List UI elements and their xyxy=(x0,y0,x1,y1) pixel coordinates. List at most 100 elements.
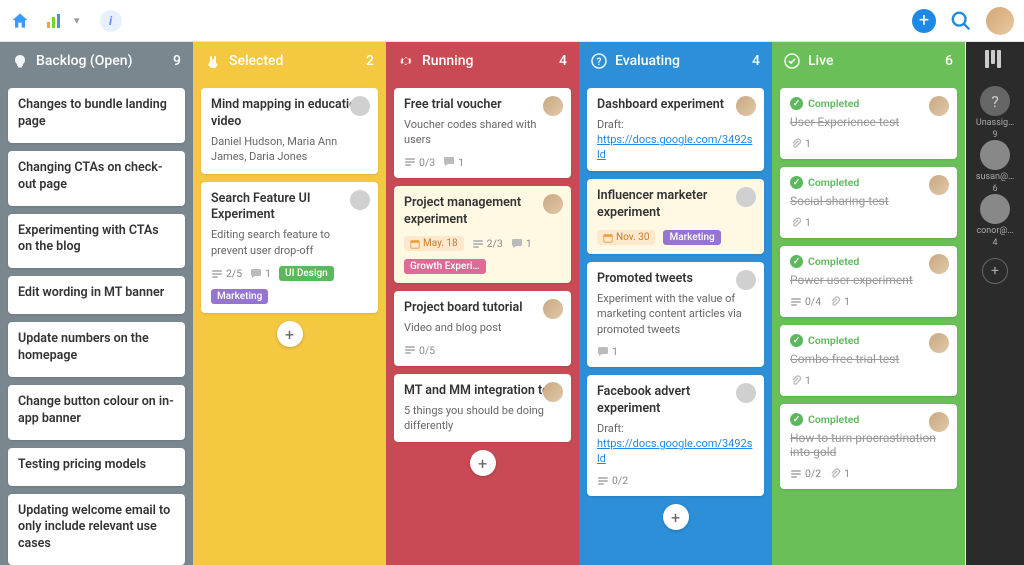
home-icon[interactable] xyxy=(10,11,30,31)
comments-count: 1 xyxy=(250,267,271,280)
assignee-avatar[interactable] xyxy=(929,254,949,274)
add-card-button[interactable]: + xyxy=(277,321,303,347)
assignee-avatar[interactable] xyxy=(543,382,563,402)
hand-icon xyxy=(205,53,221,69)
filter-user[interactable]: susan@…6 xyxy=(976,140,1014,194)
assignee-avatar[interactable] xyxy=(736,383,756,403)
card[interactable]: Changing CTAs on check-out page xyxy=(8,151,185,206)
assignee-avatar[interactable] xyxy=(929,412,949,432)
card[interactable]: ✓CompletedSocial sharing test1 xyxy=(780,167,957,238)
filter-user[interactable]: conor@…4 xyxy=(976,194,1014,248)
card[interactable]: Project board tutorialVideo and blog pos… xyxy=(394,291,571,365)
column-title: Backlog (Open) xyxy=(36,53,132,69)
assignee-avatar[interactable] xyxy=(929,175,949,195)
column-header[interactable]: Backlog (Open) 9 xyxy=(0,42,193,80)
filter-label: conor@… xyxy=(976,226,1013,236)
card[interactable]: Mind mapping in education videoDaniel Hu… xyxy=(201,88,378,174)
user-avatar[interactable] xyxy=(986,7,1014,35)
card-title: Combo free trial test xyxy=(790,352,947,366)
card[interactable]: ✓CompletedPower user experiment0/41 xyxy=(780,246,957,317)
column-header[interactable]: ?Evaluating4 xyxy=(579,42,772,80)
add-card-button[interactable]: + xyxy=(470,450,496,476)
card-title: Search Feature UI Experiment xyxy=(211,191,368,225)
chart-icon xyxy=(46,13,62,29)
assignee-avatar[interactable] xyxy=(543,194,563,214)
tag-badge: Growth Experi… xyxy=(404,259,486,274)
card[interactable]: Changes to bundle landing page xyxy=(8,88,185,143)
card-link[interactable]: https://docs.google.com/3492sld xyxy=(597,133,752,161)
assignee-avatar[interactable] xyxy=(929,96,949,116)
card-title: Promoted tweets xyxy=(597,271,754,288)
column-title: Live xyxy=(808,53,833,69)
add-button[interactable]: + xyxy=(912,9,936,33)
assignee-avatar[interactable] xyxy=(736,270,756,290)
subtasks-count: 2/5 xyxy=(211,267,242,280)
card[interactable]: Free trial voucherVoucher codes shared w… xyxy=(394,88,571,178)
check-icon: ✓ xyxy=(790,413,803,426)
column-selected: Selected2 Mind mapping in education video… xyxy=(193,42,386,565)
card[interactable]: ✓CompletedHow to turn procrastination in… xyxy=(780,404,957,489)
assignee-avatar[interactable] xyxy=(350,96,370,116)
card-link[interactable]: https://docs.google.com/3492sld xyxy=(597,437,752,465)
card-title: User Experience test xyxy=(790,115,947,129)
card[interactable]: Promoted tweets Experiment with the value… xyxy=(587,262,764,367)
card-title: Facebook advert experiment xyxy=(597,384,754,418)
card[interactable]: ✓CompletedCombo free trial test1 xyxy=(780,325,957,396)
column-count: 9 xyxy=(173,53,181,69)
card[interactable]: Experimenting with CTAs on the blog xyxy=(8,214,185,269)
completed-tag: ✓Completed xyxy=(790,334,947,347)
filter-avatar xyxy=(980,194,1010,224)
subtasks-count: 0/4 xyxy=(790,295,821,308)
card[interactable]: ✓Completed User Experience test 1 xyxy=(780,88,957,159)
assignee-avatar[interactable] xyxy=(350,190,370,210)
search-icon[interactable] xyxy=(950,10,972,32)
column-body: Changes to bundle landing page Changing C… xyxy=(0,80,193,565)
card-draft-label: Draft: xyxy=(597,421,754,436)
comments-count: 1 xyxy=(443,156,464,169)
column-running: Running4 Free trial voucherVoucher codes … xyxy=(386,42,579,565)
card[interactable]: Dashboard experimentDraft:https://docs.g… xyxy=(587,88,764,171)
filter-label: Unassig… xyxy=(976,118,1014,128)
add-filter-button[interactable]: + xyxy=(982,258,1008,284)
subtasks-count: 0/5 xyxy=(404,344,435,357)
card[interactable]: Testing pricing models xyxy=(8,448,185,486)
card[interactable]: Search Feature UI ExperimentEditing sear… xyxy=(201,182,378,314)
column-body: ✓CompletedUser Experience test1✓Complete… xyxy=(772,80,965,565)
assignee-avatar[interactable] xyxy=(736,96,756,116)
card[interactable]: Facebook advert experiment Draft:https://… xyxy=(587,375,764,496)
column-evaluating: ?Evaluating4 Dashboard experimentDraft:ht… xyxy=(579,42,772,565)
board-selector[interactable]: ▾ xyxy=(38,9,88,33)
add-card-button[interactable]: + xyxy=(663,504,689,530)
card-title: Updating welcome email to only include r… xyxy=(18,503,175,554)
board-view-icon[interactable] xyxy=(985,50,1005,70)
card[interactable]: Updating welcome email to only include r… xyxy=(8,494,185,565)
card[interactable]: Update numbers on the homepage xyxy=(8,322,185,377)
question-icon: ? xyxy=(591,53,607,69)
card-meta: 0/2 xyxy=(597,474,754,487)
column-header[interactable]: Selected2 xyxy=(193,42,386,80)
info-icon[interactable]: i xyxy=(100,10,122,32)
card-meta: 1 xyxy=(790,137,947,150)
card[interactable]: Influencer marketer experiment Nov. 30Ma… xyxy=(587,179,764,254)
card-description: Video and blog post xyxy=(404,320,561,335)
tag-badge: UI Design xyxy=(279,266,334,281)
card-meta: 1 xyxy=(790,216,947,229)
card[interactable]: MT and MM integration test5 things you s… xyxy=(394,374,571,443)
card-meta: 1 xyxy=(597,345,754,358)
assignee-avatar[interactable] xyxy=(543,96,563,116)
card[interactable]: Change button colour on in-app banner xyxy=(8,385,185,440)
card-meta: May. 182/31Growth Experi… xyxy=(404,236,561,274)
card-title: Mind mapping in education video xyxy=(211,97,368,131)
completed-tag: ✓Completed xyxy=(790,413,947,426)
completed-tag: ✓Completed xyxy=(790,97,947,110)
assignee-avatar[interactable] xyxy=(929,333,949,353)
card-description: Experiment with the value of marketing c… xyxy=(597,291,754,337)
column-backlog: Backlog (Open) 9 Changes to bundle landing… xyxy=(0,42,193,565)
card[interactable]: Edit wording in MT banner xyxy=(8,276,185,314)
card[interactable]: Project management experiment May. 182/3… xyxy=(394,186,571,284)
card-description: Voucher codes shared with users xyxy=(404,117,561,148)
column-header[interactable]: Running4 xyxy=(386,42,579,80)
filter-sidebar: ?Unassig…9susan@…6conor@…4 + xyxy=(966,42,1024,565)
column-header[interactable]: Live6 xyxy=(772,42,965,80)
filter-user[interactable]: ?Unassig…9 xyxy=(976,86,1014,140)
